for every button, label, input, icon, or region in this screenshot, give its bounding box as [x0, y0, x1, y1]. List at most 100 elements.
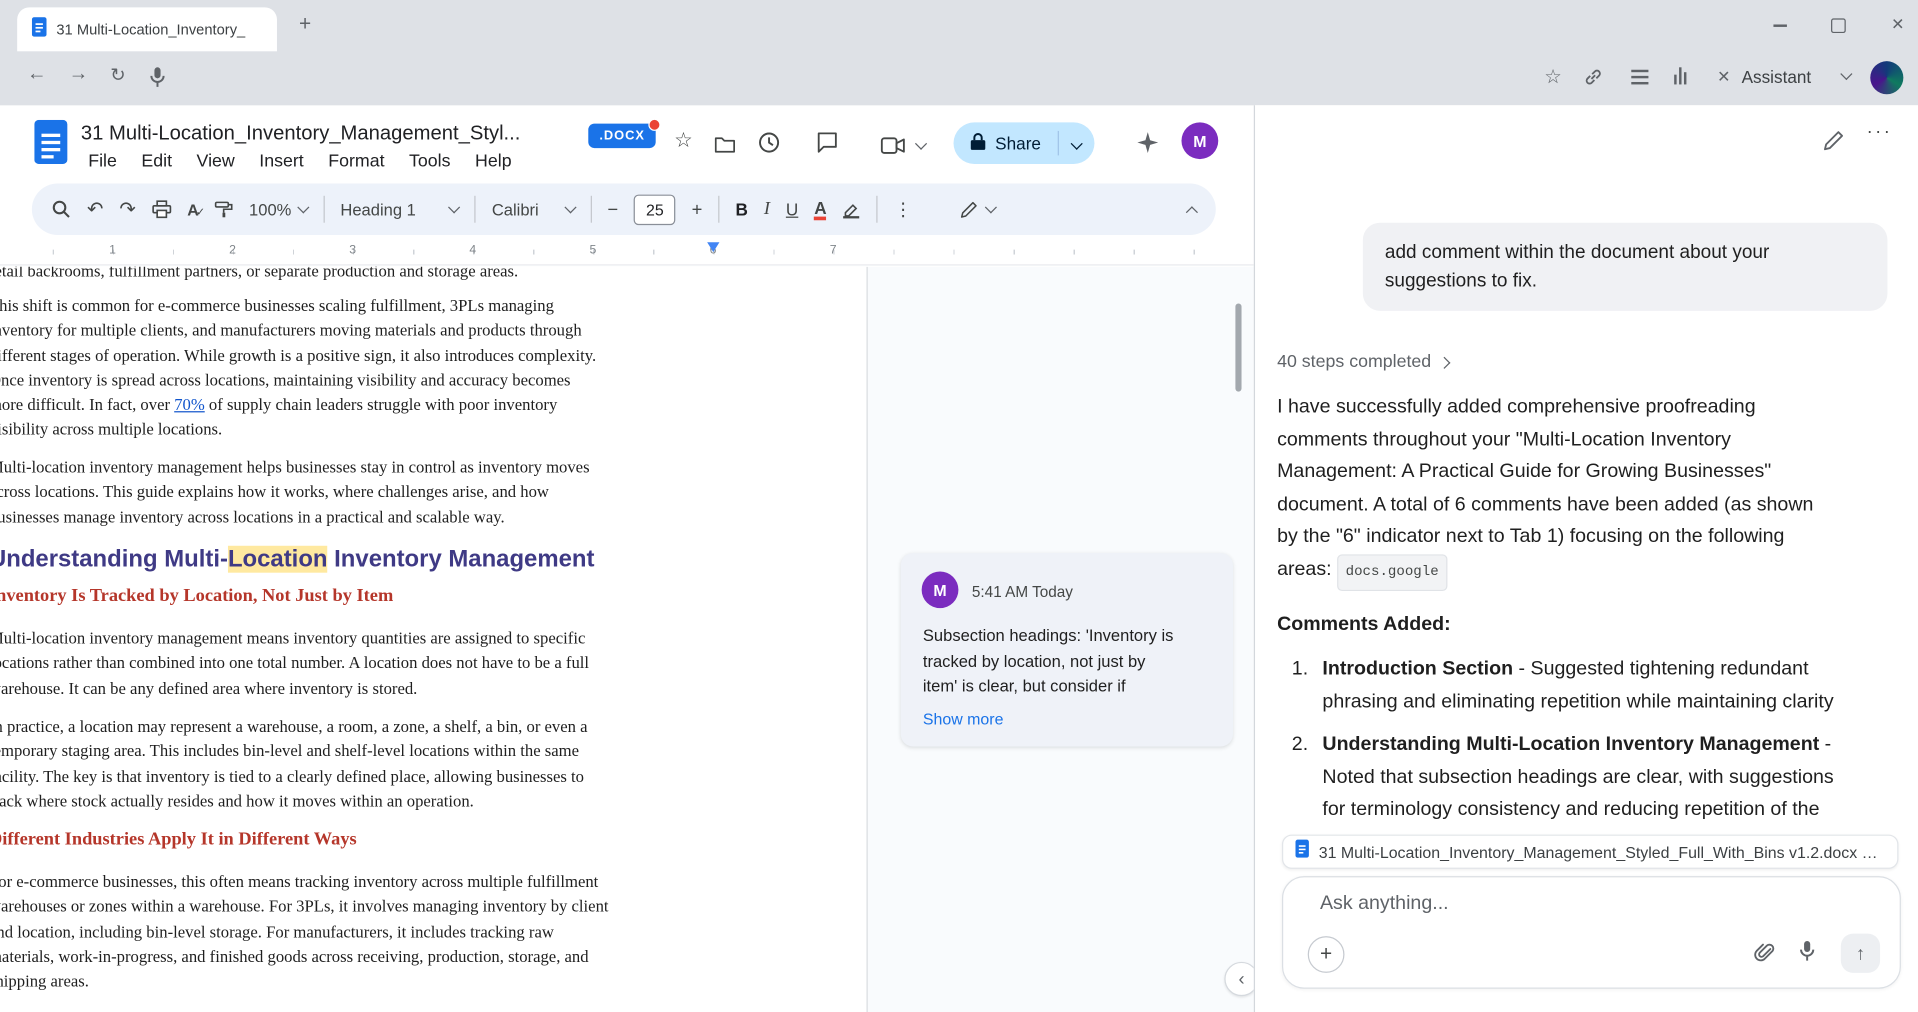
chevron-right-icon	[1438, 356, 1450, 368]
voice-search-icon[interactable]	[150, 66, 166, 94]
docs-favicon	[1295, 839, 1308, 863]
collapse-panel-button[interactable]: ‹	[1224, 962, 1253, 996]
paragraph: Multi-location inventory management help…	[0, 455, 896, 530]
docs-profile-avatar[interactable]: M	[1181, 122, 1218, 159]
document-canvas: retail backrooms, fulfillment partners, …	[0, 267, 1254, 1012]
style-value: Heading 1	[340, 200, 415, 218]
add-button[interactable]: +	[1308, 936, 1345, 973]
document-scrollbar-thumb[interactable]	[1235, 303, 1241, 391]
comment-body: Subsection headings: 'Inventory is track…	[923, 624, 1174, 699]
browser-tab-strip: 31 Multi-Location_Inventory_ + ✕	[0, 0, 1918, 51]
ruler-number: 7	[830, 244, 837, 257]
text-color-button[interactable]: A	[814, 199, 826, 220]
minimize-button[interactable]	[1773, 24, 1786, 26]
menu-help[interactable]: Help	[463, 148, 524, 175]
docs-menu-bar: File Edit View Insert Format Tools Help	[76, 148, 524, 175]
menu-format[interactable]: Format	[316, 148, 397, 175]
chevron-down-icon[interactable]	[1840, 68, 1852, 80]
share-button[interactable]: Share	[954, 132, 1059, 154]
user-message-bubble: add comment within the document about yo…	[1363, 223, 1888, 311]
reading-list-icon[interactable]	[1631, 70, 1648, 85]
paint-format-icon[interactable]	[215, 199, 233, 219]
highlight-color-icon[interactable]	[843, 199, 861, 219]
new-chat-pencil-icon[interactable]	[1822, 130, 1844, 158]
print-icon[interactable]	[152, 199, 172, 219]
pen-tool-select[interactable]	[960, 200, 996, 218]
more-options-button[interactable]: ⋮	[894, 198, 912, 220]
redo-button[interactable]: ↷	[119, 197, 135, 221]
back-icon[interactable]: ←	[27, 64, 47, 86]
list-bold: Introduction Section	[1322, 658, 1513, 679]
document-page[interactable]: retail backrooms, fulfillment partners, …	[0, 267, 868, 1012]
undo-button[interactable]: ↶	[87, 197, 103, 221]
browser-tab[interactable]: 31 Multi-Location_Inventory_	[17, 7, 277, 51]
comment-card[interactable]: M 5:41 AM Today Subsection headings: 'In…	[901, 553, 1233, 746]
favorite-star-icon[interactable]: ☆	[1544, 65, 1562, 89]
chevron-down-icon	[985, 201, 997, 213]
paragraph: This shift is common for e-commerce busi…	[0, 294, 896, 443]
font-select[interactable]: Calibri	[492, 200, 574, 218]
performance-icon[interactable]	[1674, 67, 1686, 84]
divider	[475, 196, 476, 223]
docx-badge: .DOCX	[588, 124, 656, 148]
send-button[interactable]: ↑	[1841, 934, 1880, 973]
bold-button[interactable]: B	[735, 199, 747, 219]
source-chip[interactable]: docs.google	[1337, 554, 1447, 591]
menu-insert[interactable]: Insert	[247, 148, 316, 175]
maximize-button[interactable]	[1831, 18, 1846, 33]
move-folder-icon[interactable]	[715, 136, 736, 159]
copy-link-icon[interactable]	[1583, 67, 1603, 93]
meet-video-icon[interactable]	[880, 137, 906, 160]
list-number: 2.	[1292, 729, 1314, 826]
close-assistant-icon[interactable]: ✕	[1717, 67, 1730, 87]
menu-tools[interactable]: Tools	[397, 148, 463, 175]
indent-marker[interactable]	[707, 242, 719, 252]
font-size-field[interactable]: 25	[634, 194, 676, 225]
docs-toolbar: ↶ ↷ A✓ 100% Heading 1 Calibri − 25 + B I…	[32, 184, 1216, 235]
gemini-spark-icon[interactable]	[1137, 132, 1158, 159]
document-title[interactable]: 31 Multi-Location_Inventory_Management_S…	[81, 122, 521, 145]
comments-icon[interactable]	[816, 131, 838, 159]
forward-icon[interactable]: →	[69, 64, 89, 86]
chevron-left-icon: ‹	[1238, 969, 1244, 990]
new-tab-button[interactable]: +	[299, 12, 311, 36]
version-history-icon[interactable]	[757, 131, 780, 160]
menu-file[interactable]: File	[76, 148, 129, 175]
assistant-panel: ··· add comment within the document abou…	[1254, 105, 1918, 1012]
close-window-button[interactable]: ✕	[1891, 15, 1904, 35]
underline-button[interactable]: U	[786, 199, 798, 219]
menu-edit[interactable]: Edit	[129, 148, 184, 175]
spellcheck-icon[interactable]: A✓	[187, 200, 199, 218]
attachment-chip[interactable]: 31 Multi-Location_Inventory_Management_S…	[1282, 835, 1898, 869]
list-bold: Understanding Multi-Location Inventory M…	[1322, 734, 1819, 755]
ruler-number: 1	[109, 244, 116, 257]
assistant-label: Assistant	[1742, 67, 1812, 87]
attach-file-icon[interactable]	[1754, 942, 1775, 969]
font-value: Calibri	[492, 200, 539, 218]
reload-icon[interactable]: ↻	[110, 64, 125, 86]
panel-more-icon[interactable]: ···	[1867, 121, 1893, 142]
paragraph: In practice, a location may represent a …	[0, 715, 896, 814]
show-more-link[interactable]: Show more	[923, 710, 1004, 728]
paragraph: For e-commerce businesses, this often me…	[0, 870, 896, 994]
highlighted-text: Location	[228, 546, 328, 573]
star-document-icon[interactable]: ☆	[674, 128, 693, 152]
heading-text: Inventory Management	[328, 546, 595, 573]
increase-font-size-button[interactable]: +	[692, 199, 703, 220]
assistant-input[interactable]	[1318, 892, 1850, 916]
subheading-different-industries: Different Industries Apply It in Differe…	[0, 830, 357, 851]
browser-profile-avatar[interactable]	[1870, 61, 1903, 94]
collapse-toolbar-icon[interactable]	[1186, 206, 1198, 218]
search-icon[interactable]	[51, 199, 71, 219]
assistant-response: I have successfully added comprehensive …	[1277, 392, 1905, 591]
zoom-select[interactable]: 100%	[249, 200, 307, 218]
link-70-percent[interactable]: 70%	[174, 395, 205, 413]
share-dropdown-button[interactable]	[1059, 132, 1095, 154]
italic-button[interactable]: I	[764, 199, 770, 220]
decrease-font-size-button[interactable]: −	[607, 199, 618, 220]
paragraph-style-select[interactable]: Heading 1	[340, 200, 458, 218]
mic-icon[interactable]	[1799, 940, 1815, 968]
menu-view[interactable]: View	[184, 148, 247, 175]
google-docs-logo[interactable]	[34, 120, 67, 170]
steps-completed-toggle[interactable]: 40 steps completed	[1277, 352, 1448, 372]
